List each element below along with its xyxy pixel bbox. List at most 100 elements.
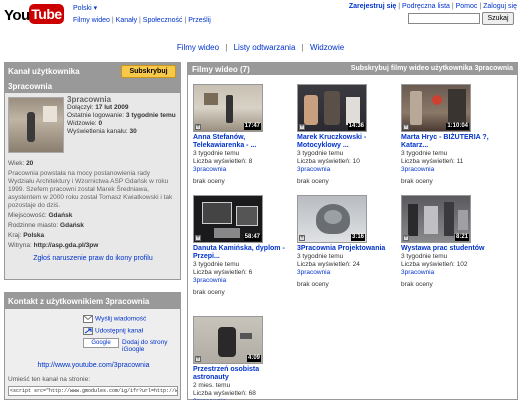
- search-button[interactable]: Szukaj: [482, 12, 514, 25]
- channel-username: 3pracownia: [5, 79, 180, 93]
- channel-info-panel: Kanał użytkownika Subskrybuj 3pracownia …: [4, 62, 181, 280]
- channel-subnav: Filmy wideo | Listy odtwarzania | Widzow…: [176, 43, 345, 52]
- video-rating: brak oceny: [193, 289, 225, 296]
- video-rating: brak oceny: [401, 281, 433, 288]
- viewers-label: Widzowie:: [67, 120, 97, 127]
- video-title[interactable]: Marta Hryc - BIŻUTERIA ?, Katarz...: [401, 134, 501, 150]
- videos-panel: Filmy wideo (7) Subskrybuj filmy wideo u…: [187, 62, 518, 400]
- video-user-link[interactable]: 3pracownia: [401, 166, 501, 174]
- video-title[interactable]: Marek Kruczkowski - Motocyklowy ...: [297, 134, 397, 150]
- video-duration: 14:36: [347, 123, 365, 130]
- contact-panel: Kontakt z użytkownikiem 3pracownia Wyśli…: [4, 292, 181, 400]
- video-duration: 58:47: [243, 234, 261, 241]
- video-rating: brak oceny: [297, 281, 329, 288]
- video-title[interactable]: Przestrzeń osobista astronauty: [193, 366, 293, 382]
- add-to-google-badge[interactable]: Google: [83, 338, 119, 348]
- video-thumbnail[interactable]: + 17:47: [193, 84, 263, 132]
- channel-description: Pracownia powstała na mocy postanowienia…: [8, 170, 173, 209]
- add-to-quicklist-icon[interactable]: +: [403, 235, 409, 241]
- video-user-link[interactable]: 3pracownia: [193, 277, 293, 285]
- video-duration: 8:21: [454, 234, 469, 241]
- video-thumbnail[interactable]: + 58:47: [193, 195, 263, 243]
- stats-title: 3pracownia: [67, 95, 112, 104]
- nav-community[interactable]: Społeczność: [143, 17, 183, 24]
- search-input[interactable]: [408, 13, 480, 24]
- video-views: Liczba wyświetleń: 68: [193, 390, 256, 397]
- add-to-quicklist-icon[interactable]: +: [299, 235, 305, 241]
- videos-panel-header: Filmy wideo (7) Subskrybuj filmy wideo u…: [188, 63, 517, 75]
- location-value: Gdańsk: [48, 212, 73, 219]
- share-channel-link[interactable]: Udostępnij kanał: [83, 327, 143, 335]
- country-label: Kraj:: [8, 232, 22, 239]
- top-nav: Filmy wideo | Kanały | Społeczność | Prz…: [73, 17, 211, 24]
- video-thumbnail[interactable]: + 8:21: [401, 195, 471, 243]
- video-user-link[interactable]: 3pracownia: [297, 269, 397, 277]
- video-user-link[interactable]: 3pracownia: [193, 166, 293, 174]
- video-item: + 17:47 Anna Stefanów, Telekawiarenka - …: [193, 84, 293, 186]
- video-title[interactable]: Danuta Kamińska, dyplom - Przepi...: [193, 245, 293, 261]
- video-thumbnail[interactable]: + 4:09: [193, 316, 263, 364]
- send-message-link[interactable]: Wyślij wiadomość: [83, 315, 146, 323]
- add-to-quicklist-icon[interactable]: +: [403, 124, 409, 130]
- subnav-viewers[interactable]: Widzowie: [310, 43, 344, 52]
- video-rating: brak oceny: [193, 178, 225, 185]
- youtube-logo[interactable]: You Tube: [4, 3, 64, 27]
- location-label: Miejscowość:: [8, 212, 47, 219]
- video-views: Liczba wyświetleń: 102: [401, 261, 468, 268]
- video-thumbnail[interactable]: + 14:36: [297, 84, 367, 132]
- channel-views-value: 30: [129, 128, 137, 135]
- add-to-quicklist-icon[interactable]: +: [195, 235, 201, 241]
- age-label: Wiek:: [8, 160, 25, 167]
- video-age: 3 tygodnie temu: [193, 261, 240, 268]
- channel-avatar[interactable]: [8, 97, 64, 153]
- add-to-quicklist-icon[interactable]: +: [195, 124, 201, 130]
- channel-url-link[interactable]: http://www.youtube.com/3pracownia: [5, 362, 182, 369]
- help-link[interactable]: Pomoc: [456, 3, 478, 10]
- add-to-quicklist-icon[interactable]: +: [195, 356, 201, 362]
- video-age: 3 tygodnie temu: [297, 150, 344, 157]
- subscribe-videos-link[interactable]: Subskrybuj filmy wideo użytkownika 3prac…: [351, 65, 513, 72]
- channel-views-label: Wyświetlenia kanału:: [67, 128, 128, 135]
- video-duration: 3:16: [350, 234, 365, 241]
- last-login-value: 3 tygodnie temu: [125, 112, 176, 119]
- video-thumbnail[interactable]: + 1:10:04: [401, 84, 471, 132]
- video-duration: 4:09: [246, 355, 261, 362]
- envelope-icon: [83, 315, 93, 323]
- nav-upload[interactable]: Prześlij: [188, 17, 211, 24]
- quicklist-link[interactable]: Podręczna lista: [402, 3, 450, 10]
- nav-videos[interactable]: Filmy wideo: [73, 17, 110, 24]
- video-user-link[interactable]: 3pracownia: [401, 269, 501, 277]
- add-to-igoogle-link[interactable]: Dodaj do strony iGoogle: [122, 339, 180, 353]
- language-selector[interactable]: Polski ▾: [73, 4, 97, 12]
- subnav-videos[interactable]: Filmy wideo: [177, 43, 219, 52]
- logo-tube-text: Tube: [29, 4, 64, 24]
- hometown-value: Gdańsk: [60, 222, 84, 229]
- website-label: Witryna:: [8, 242, 32, 249]
- video-views: Liczba wyświetleń: 6: [193, 269, 253, 276]
- login-link[interactable]: Zaloguj się: [483, 3, 517, 10]
- subscribe-button[interactable]: Subskrybuj: [121, 65, 176, 78]
- add-to-quicklist-icon[interactable]: +: [299, 124, 305, 130]
- video-item: + 1:10:04 Marta Hryc - BIŻUTERIA ?, Kata…: [401, 84, 501, 186]
- video-item: + 4:09 Przestrzeń osobista astronauty 2 …: [193, 316, 293, 400]
- video-age: 3 tygodnie temu: [401, 253, 448, 260]
- signup-link[interactable]: Zarejestruj się: [349, 3, 396, 10]
- embed-label: Umieść ten kanał na stronie:: [8, 376, 91, 383]
- send-message-label: Wyślij wiadomość: [95, 315, 147, 323]
- user-links: Zarejestruj się | Podręczna lista | Pomo…: [348, 3, 517, 10]
- website-link[interactable]: http://asp.gda.pl/3pw: [34, 242, 99, 249]
- nav-channels[interactable]: Kanały: [116, 17, 137, 24]
- video-title[interactable]: Anna Stefanów, Telekawiarenka - ...: [193, 134, 293, 150]
- age-value: 20: [26, 160, 34, 167]
- video-title[interactable]: Wystawa prac studentów: [401, 245, 501, 253]
- video-thumbnail[interactable]: + 3:16: [297, 195, 367, 243]
- channel-panel-header: Kanał użytkownika Subskrybuj: [5, 63, 180, 79]
- subnav-playlists[interactable]: Listy odtwarzania: [234, 43, 296, 52]
- embed-code-field[interactable]: <script src="http://www.gmodules.com/ig/…: [8, 386, 178, 396]
- report-avatar-link[interactable]: Zgłoś naruszenie praw do ikony profilu: [8, 255, 178, 263]
- channel-panel-body: 3pracownia Dołączył: 17 lut 2009 Ostatni…: [5, 93, 180, 279]
- channel-stats: 3pracownia Dołączył: 17 lut 2009 Ostatni…: [67, 96, 176, 136]
- video-title[interactable]: 3Pracownia Projektowania: [297, 245, 397, 253]
- video-age: 3 tygodnie temu: [193, 150, 240, 157]
- video-user-link[interactable]: 3pracownia: [297, 166, 397, 174]
